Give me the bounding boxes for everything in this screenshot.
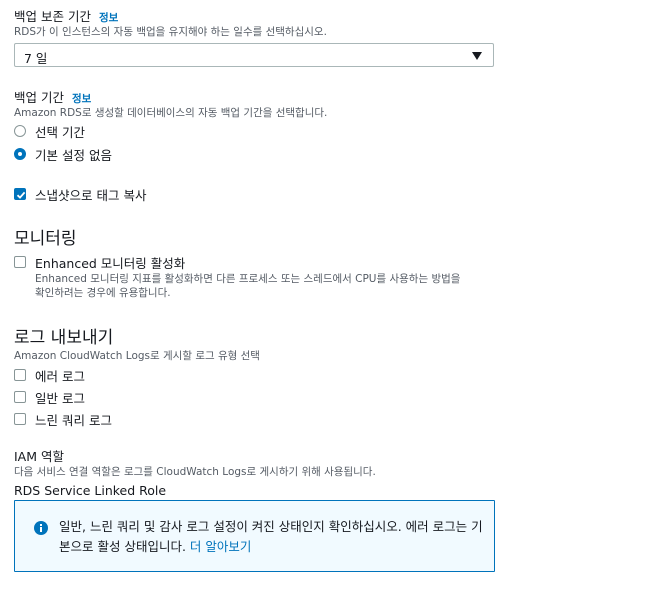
backup-window-description: Amazon RDS로 생성할 데이터베이스의 자동 백업 기간을 선택합니다. (14, 107, 328, 119)
backup-retention-selected-value: 7 일 (24, 51, 48, 66)
info-icon (34, 521, 48, 535)
backup-retention-info-link[interactable]: 정보 (99, 12, 118, 24)
backup-window-label: 백업 기간 (14, 90, 64, 105)
general-log-label[interactable]: 일반 로그 (35, 388, 85, 407)
learn-more-link[interactable]: 더 알아보기 (190, 539, 251, 554)
backup-window-info-link[interactable]: 정보 (72, 93, 91, 105)
radio-select-window[interactable] (14, 125, 26, 137)
radio-no-preference[interactable] (14, 148, 26, 160)
iam-role-value: RDS Service Linked Role (14, 483, 167, 498)
backup-retention-label: 백업 보존 기간 (14, 9, 91, 24)
copy-tags-checkbox[interactable] (14, 188, 26, 200)
slow-query-log-label[interactable]: 느린 쿼리 로그 (35, 410, 112, 429)
enhanced-monitoring-label[interactable]: Enhanced 모니터링 활성화 (35, 253, 185, 272)
enhanced-monitoring-checkbox[interactable] (14, 256, 26, 268)
error-log-label[interactable]: 에러 로그 (35, 366, 85, 385)
error-log-checkbox[interactable] (14, 369, 26, 381)
iam-role-label: IAM 역할 (14, 449, 64, 464)
backup-retention-description: RDS가 이 인스턴스의 자동 백업을 유지해야 하는 일수를 선택하십시오. (14, 26, 327, 38)
caret-down-icon (472, 52, 482, 60)
enhanced-monitoring-desc-line1: Enhanced 모니터링 지표를 활성화하면 다른 프로세스 또는 스레드에서… (35, 273, 461, 285)
alert-message: 일반, 느린 쿼리 및 감사 로그 설정이 켜진 상태인지 확인하십시오. 에러… (59, 519, 483, 554)
radio-no-preference-label[interactable]: 기본 설정 없음 (35, 145, 112, 164)
general-log-checkbox[interactable] (14, 391, 26, 403)
backup-window-label-row: 백업 기간 정보 (14, 87, 91, 106)
log-exports-heading: 로그 내보내기 (14, 328, 114, 348)
copy-tags-label[interactable]: 스냅샷으로 태그 복사 (35, 185, 146, 204)
slow-query-log-checkbox[interactable] (14, 413, 26, 425)
alert-message-container: 일반, 느린 쿼리 및 감사 로그 설정이 켜진 상태인지 확인하십시오. 에러… (59, 517, 489, 557)
enhanced-monitoring-desc-line2: 확인하려는 경우에 유용합니다. (35, 287, 171, 299)
checkmark-icon (16, 191, 26, 199)
log-settings-info-alert: 일반, 느린 쿼리 및 감사 로그 설정이 켜진 상태인지 확인하십시오. 에러… (14, 500, 495, 572)
monitoring-heading: 모니터링 (14, 229, 77, 249)
radio-select-window-label[interactable]: 선택 기간 (35, 122, 85, 141)
log-exports-description: Amazon CloudWatch Logs로 게시할 로그 유형 선택 (14, 350, 260, 362)
iam-role-description: 다음 서비스 연결 역할은 로그를 CloudWatch Logs로 게시하기 … (14, 466, 376, 478)
backup-retention-label-row: 백업 보존 기간 정보 (14, 6, 118, 25)
backup-retention-select[interactable]: 7 일 (14, 43, 494, 67)
